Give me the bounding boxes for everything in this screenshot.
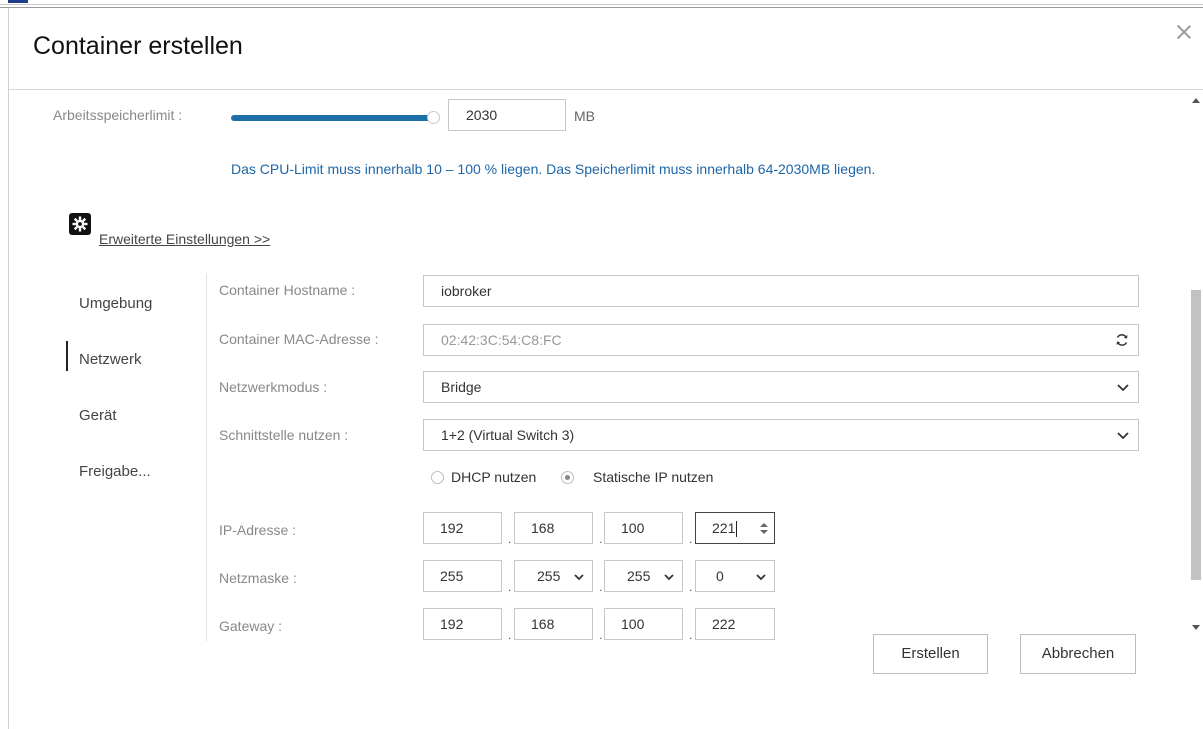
window-top-edge [0,0,1203,8]
static-ip-radio[interactable] [561,471,574,484]
dhcp-radio-label: DHCP nutzen [451,469,537,485]
memory-limit-slider[interactable] [231,115,435,121]
memory-limit-input[interactable]: 2030 [448,99,566,131]
mac-address-value: 02:42:3C:54:C8:FC [441,332,562,348]
mac-address-field[interactable]: 02:42:3C:54:C8:FC [423,324,1139,356]
memory-limit-unit: MB [574,108,595,124]
static-ip-radio-label: Statische IP nutzen [593,469,714,485]
netmask-octet-3-select[interactable]: 255 [604,560,683,592]
chevron-down-icon [756,574,766,581]
netmask-label: Netzmaske : [219,570,297,586]
memory-limit-label: Arbeitsspeicherlimit : [53,107,183,123]
netmask-octet-4-value: 0 [716,568,724,584]
gateway-separator: . [599,628,603,641]
nav-active-indicator [66,341,68,371]
dialog-content: Arbeitsspeicherlimit : 2030 MB Das CPU-L… [9,91,1189,641]
dhcp-radio[interactable] [431,471,444,484]
nav-item-freigabe[interactable]: Freigabe... [79,463,151,480]
chevron-down-icon [574,574,584,581]
gateway-separator: . [508,628,512,641]
create-button[interactable]: Erstellen [873,634,988,674]
nav-item-umgebung[interactable]: Umgebung [79,295,152,312]
netmask-separator: . [508,580,512,594]
netmask-octet-1[interactable]: 255 [423,560,502,592]
gateway-octet-4[interactable]: 222 [695,608,775,640]
dialog-header: Container erstellen [9,8,1203,90]
close-icon[interactable] [1174,22,1194,42]
gateway-octet-1[interactable]: 192 [423,608,502,640]
text-cursor [736,521,738,538]
advanced-settings-link[interactable]: Erweiterte Einstellungen >> [99,231,270,247]
content-scrollbar[interactable] [1189,92,1203,638]
gateway-label: Gateway : [219,618,283,634]
window-accent-mark [8,0,28,3]
ip-octet-3[interactable]: 100 [604,512,683,544]
netmask-octet-2-value: 255 [537,568,561,584]
chevron-down-icon [664,574,674,581]
gateway-octet-3[interactable]: 100 [604,608,683,640]
scroll-up-arrow-icon[interactable] [1192,98,1200,103]
ip-octet-2[interactable]: 168 [514,512,593,544]
gateway-separator: . [689,628,693,641]
interface-label: Schnittstelle nutzen : [219,427,349,443]
ip-octet-1[interactable]: 192 [423,512,502,544]
ip-separator: . [599,532,603,546]
chevron-down-icon [1117,384,1129,392]
limits-hint-text: Das CPU-Limit muss innerhalb 10 – 100 % … [231,161,876,177]
interface-value: 1+2 (Virtual Switch 3) [441,427,575,443]
ip-octet-4[interactable]: 221 [695,512,775,544]
mac-address-label: Container MAC-Adresse : [219,331,379,347]
chevron-down-icon [1117,432,1129,440]
network-mode-value: Bridge [441,379,482,395]
netmask-separator: . [689,580,693,594]
hostname-field[interactable]: iobroker [423,275,1139,307]
window-top-divider [0,4,1203,5]
network-mode-label: Netzwerkmodus : [219,379,328,395]
refresh-icon[interactable] [1115,333,1129,347]
spinner-icon[interactable] [760,522,768,535]
gateway-octet-2[interactable]: 168 [514,608,593,640]
memory-limit-slider-handle[interactable] [427,111,440,124]
nav-item-geraet[interactable]: Gerät [79,407,117,424]
ip-octet-4-value: 221 [712,520,736,536]
ip-separator: . [689,532,693,546]
gear-icon[interactable] [69,213,91,235]
cancel-button[interactable]: Abbrechen [1020,634,1136,674]
netmask-separator: . [599,580,603,594]
interface-select[interactable]: 1+2 (Virtual Switch 3) [423,419,1139,451]
netmask-octet-2-select[interactable]: 255 [514,560,593,592]
scroll-down-arrow-icon[interactable] [1192,625,1200,630]
netmask-octet-4-select[interactable]: 0 [695,560,775,592]
ip-separator: . [508,532,512,546]
hostname-label: Container Hostname : [219,282,356,298]
dialog-title: Container erstellen [33,32,243,60]
nav-divider [206,273,207,641]
network-mode-select[interactable]: Bridge [423,371,1139,403]
netmask-octet-3-value: 255 [627,568,651,584]
ip-address-label: IP-Adresse : [219,522,297,538]
create-container-dialog: Container erstellen Arbeitsspeicherlimit… [8,8,1203,729]
nav-item-netzwerk[interactable]: Netzwerk [79,351,142,368]
scroll-thumb[interactable] [1191,290,1201,580]
